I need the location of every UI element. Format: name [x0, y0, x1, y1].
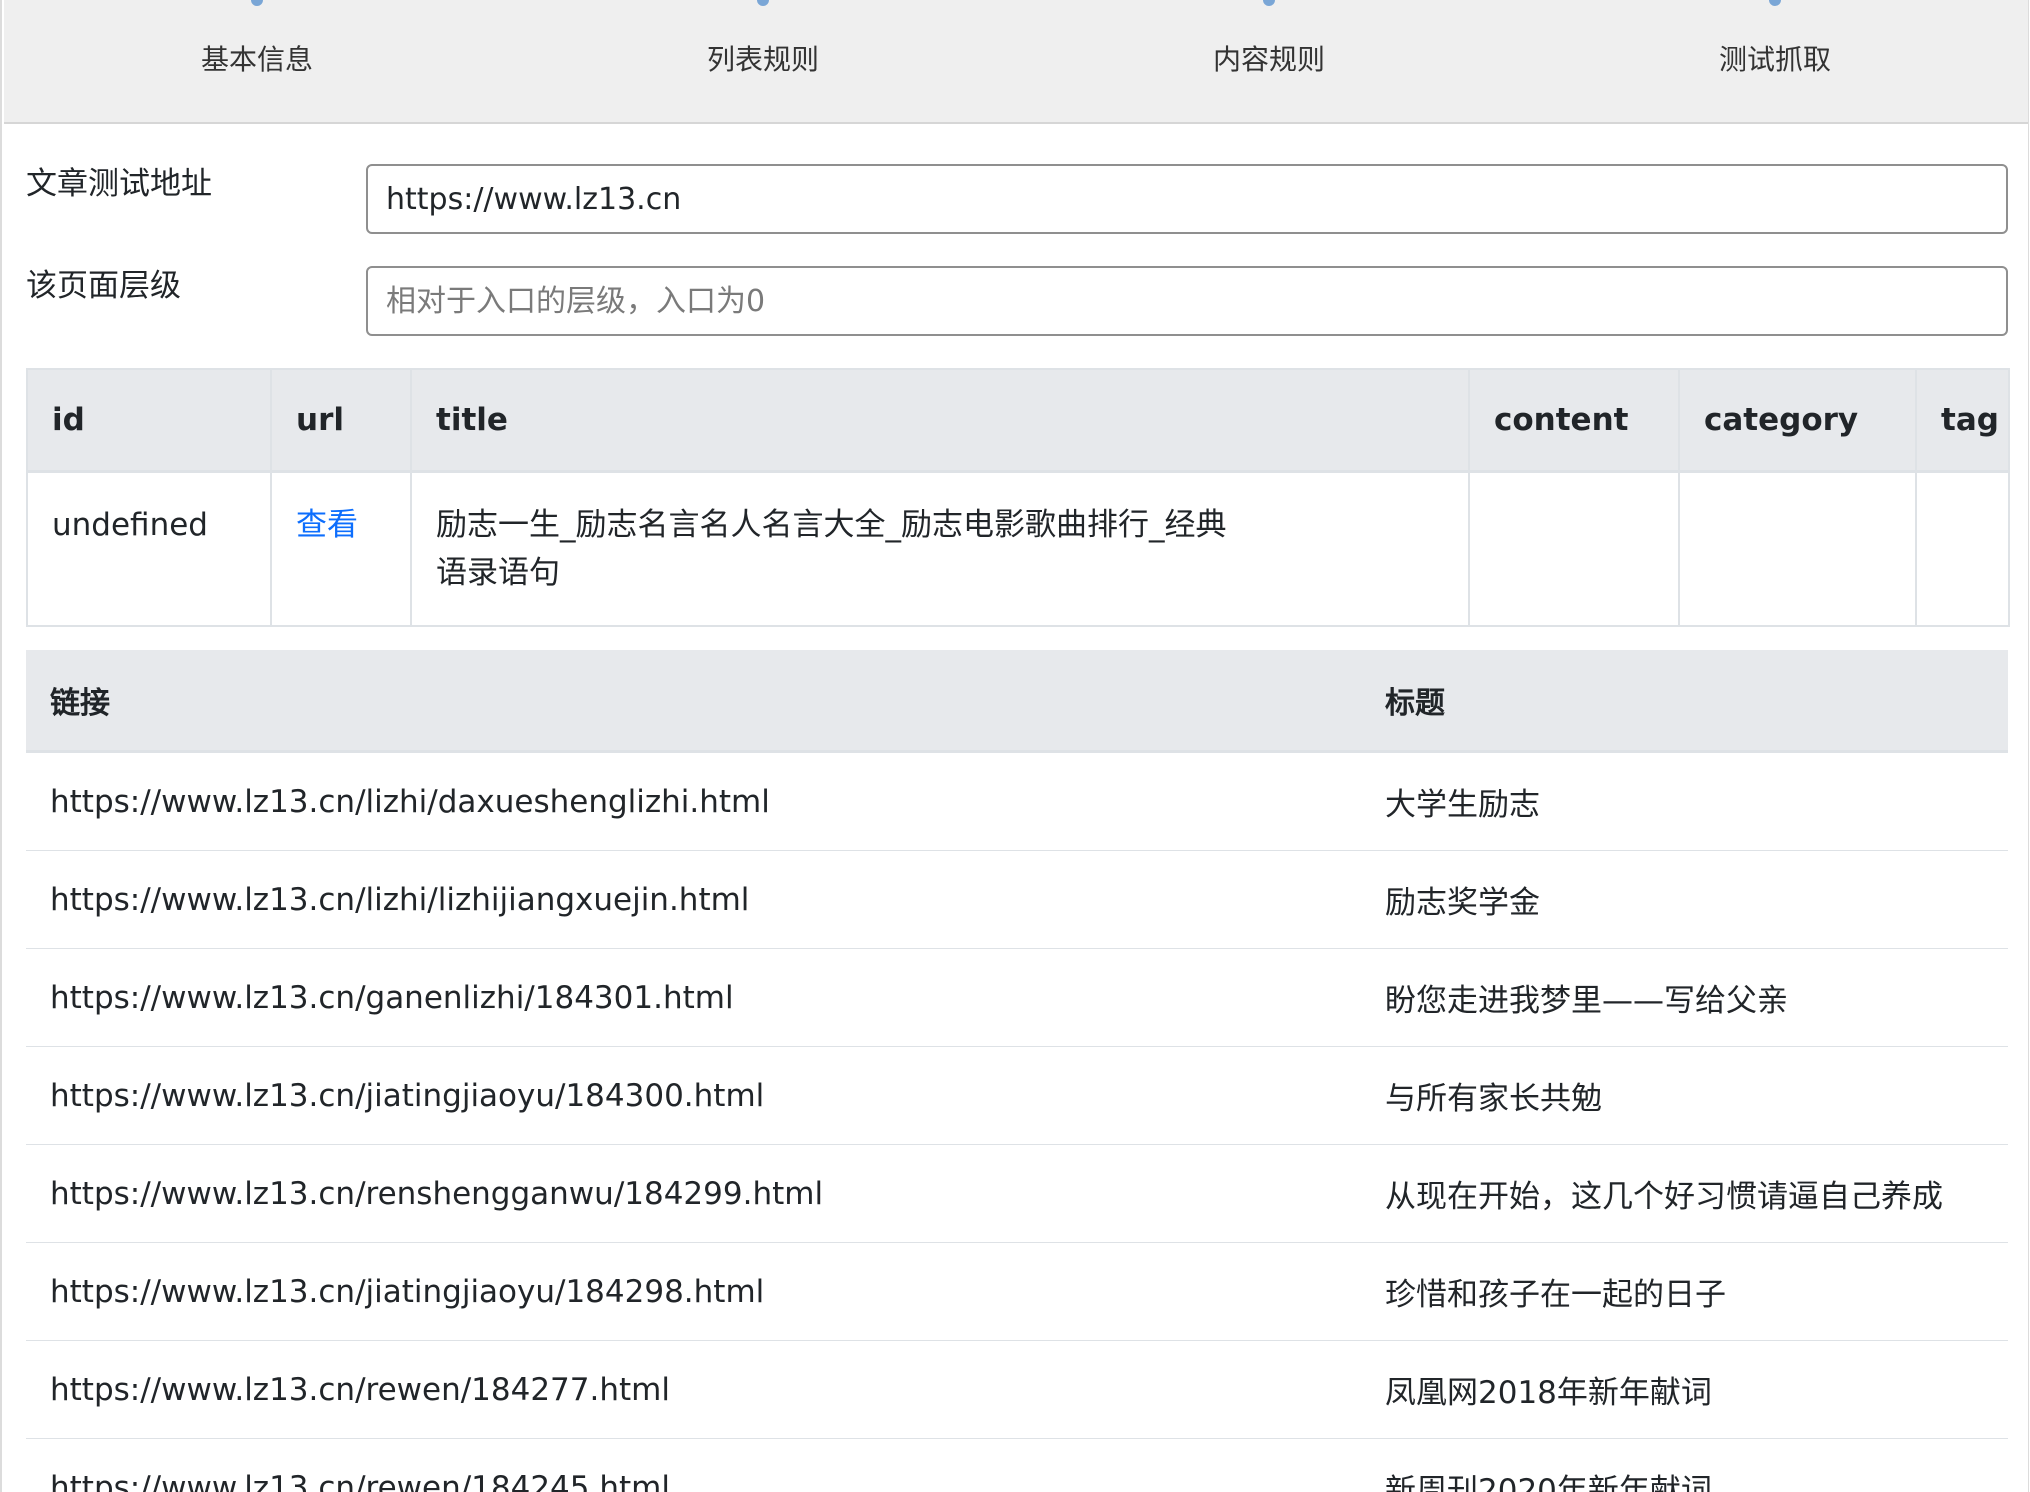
step-content-rules[interactable]: 内容规则: [1016, 0, 1522, 122]
step-label: 测试抓取: [1718, 43, 1831, 76]
page-level-input[interactable]: [366, 266, 2008, 336]
row-title: 从现在开始，这几个好习惯请逼自己养成: [1361, 1144, 2008, 1243]
col-header-category: category: [1679, 369, 1917, 473]
step-dot-icon: [1769, 0, 1781, 6]
row-link: https://www.lz13.cn/ganenlizhi/184301.ht…: [26, 948, 1361, 1047]
row-title: 盼您走进我梦里——写给父亲: [1361, 948, 2008, 1047]
row-link: https://www.lz13.cn/lizhi/daxueshenglizh…: [26, 751, 1361, 851]
col-header-url: url: [271, 369, 412, 473]
row-title: 凤凰网2018年新年献词: [1361, 1340, 2008, 1439]
row-link: https://www.lz13.cn/renshengganwu/184299…: [26, 1144, 1361, 1243]
article-url-label: 文章测试地址: [26, 166, 212, 202]
table-row: https://www.lz13.cn/renshengganwu/184299…: [26, 1144, 2008, 1243]
step-dot-icon: [1263, 0, 1275, 6]
step-tabs: 基本信息 列表规则 内容规则 测试抓取: [4, 0, 2028, 124]
table-row: https://www.lz13.cn/ganenlizhi/184301.ht…: [26, 948, 2008, 1047]
result-id: undefined: [27, 471, 272, 626]
step-dot-icon: [251, 0, 263, 6]
col-header-content: content: [1469, 369, 1680, 473]
col-header-link: 链接: [26, 650, 1361, 753]
result-title: 励志一生_励志名言名人名言大全_励志电影歌曲排行_经典语录语句: [436, 507, 1227, 591]
step-label: 内容规则: [1212, 43, 1325, 76]
table-row: https://www.lz13.cn/jiatingjiaoyu/184300…: [26, 1046, 2008, 1145]
step-test-crawl[interactable]: 测试抓取: [1522, 0, 2028, 122]
links-header-row: 链接 标题: [26, 650, 2008, 753]
result-category: [1679, 471, 1917, 626]
row-title: 与所有家长共勉: [1361, 1046, 2008, 1145]
step-dot-icon: [757, 0, 769, 6]
page-level-row: 该页面层级: [26, 266, 2008, 336]
table-row: https://www.lz13.cn/jiatingjiaoyu/184298…: [26, 1242, 2008, 1341]
table-row: https://www.lz13.cn/lizhi/daxueshenglizh…: [26, 751, 2008, 851]
result-row: undefined 查看 励志一生_励志名言名人名言大全_励志电影歌曲排行_经典…: [27, 471, 2009, 627]
page-level-label: 该页面层级: [26, 268, 181, 304]
app-frame: 基本信息 列表规则 内容规则 测试抓取 文章测试地址 该页面层级: [0, 0, 2029, 1492]
row-title: 珍惜和孩子在一起的日子: [1361, 1242, 2008, 1341]
col-header-title: 标题: [1361, 650, 2008, 753]
row-title: 大学生励志: [1361, 751, 2008, 851]
col-header-title: title: [411, 369, 1470, 473]
result-table: id url title content category tag undefi…: [26, 368, 2010, 627]
row-link: https://www.lz13.cn/rewen/184277.html: [26, 1340, 1361, 1439]
result-content: [1469, 471, 1680, 626]
step-basic-info[interactable]: 基本信息: [4, 0, 510, 122]
row-title: 励志奖学金: [1361, 850, 2008, 949]
col-header-id: id: [27, 369, 272, 473]
table-row: https://www.lz13.cn/rewen/184245.html 新周…: [26, 1438, 2008, 1492]
row-link: https://www.lz13.cn/lizhi/lizhijiangxuej…: [26, 850, 1361, 949]
row-link: https://www.lz13.cn/rewen/184245.html: [26, 1438, 1361, 1492]
step-label: 基本信息: [200, 43, 313, 76]
step-label: 列表规则: [706, 43, 819, 76]
table-row: https://www.lz13.cn/lizhi/lizhijiangxuej…: [26, 850, 2008, 949]
row-title: 新周刊2020年新年献词: [1361, 1438, 2008, 1492]
result-header-row: id url title content category tag: [27, 369, 2009, 473]
result-tag: [1916, 472, 2009, 627]
table-row: https://www.lz13.cn/rewen/184277.html 凤凰…: [26, 1340, 2008, 1439]
view-link[interactable]: 查看: [296, 507, 358, 543]
step-list-rules[interactable]: 列表规则: [510, 0, 1016, 122]
links-table: 链接 标题 https://www.lz13.cn/lizhi/daxueshe…: [26, 650, 2008, 1492]
row-link: https://www.lz13.cn/jiatingjiaoyu/184300…: [26, 1046, 1361, 1145]
article-url-input[interactable]: [366, 164, 2008, 234]
col-header-tag: tag: [1916, 369, 2009, 473]
article-url-row: 文章测试地址: [26, 164, 2008, 234]
row-link: https://www.lz13.cn/jiatingjiaoyu/184298…: [26, 1242, 1361, 1341]
